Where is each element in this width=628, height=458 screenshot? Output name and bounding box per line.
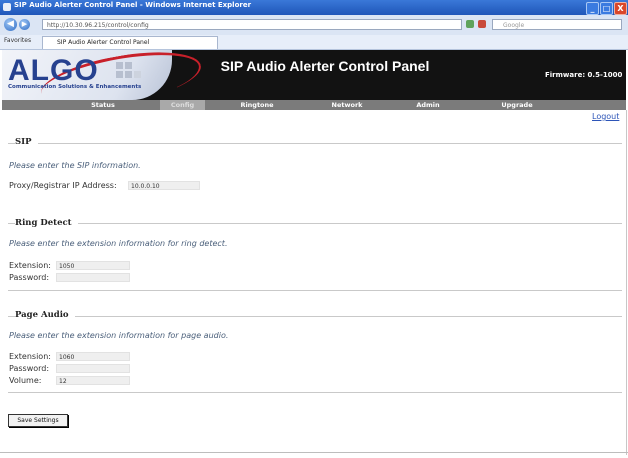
nav-config[interactable]: Config: [160, 100, 205, 110]
section-divider: [8, 392, 622, 393]
forward-button[interactable]: ▶: [19, 19, 30, 30]
browser-tab[interactable]: SIP Audio Alerter Control Panel: [42, 36, 218, 49]
minimize-button[interactable]: _: [586, 2, 599, 15]
audio-extension-field[interactable]: 1060: [56, 352, 130, 361]
logo-tagline: Communication Solutions & Enhancements: [8, 84, 142, 90]
ring-detect-prompt: Please enter the extension information f…: [9, 239, 228, 248]
section-divider: [8, 143, 622, 144]
page-title: SIP Audio Alerter Control Panel: [220, 58, 430, 74]
back-button[interactable]: ◀: [4, 18, 17, 31]
favorites-button[interactable]: Favorites: [4, 37, 31, 44]
volume-label: Volume:: [9, 376, 42, 385]
ie-icon: [3, 3, 11, 11]
nav-status[interactable]: Status: [78, 100, 128, 110]
ring-password-field[interactable]: [56, 273, 130, 282]
audio-extension-label: Extension:: [9, 352, 51, 361]
nav-admin[interactable]: Admin: [408, 100, 448, 110]
audio-password-field[interactable]: [56, 364, 130, 373]
window-titlebar: SIP Audio Alerter Control Panel - Window…: [0, 0, 628, 15]
audio-password-label: Password:: [9, 364, 50, 373]
ring-extension-field[interactable]: 1050: [56, 261, 130, 270]
nav-ringtone[interactable]: Ringtone: [232, 100, 282, 110]
ring-detect-section-title: Ring Detect: [15, 218, 78, 228]
page-audio-prompt: Please enter the extension information f…: [9, 331, 229, 340]
section-divider: [8, 223, 622, 224]
address-bar-row: ◀ ▶ http://10.30.96.215/control/config G…: [0, 15, 628, 36]
firmware-version: Firmware: 0.5-1000: [545, 71, 623, 79]
logo-square: [116, 62, 123, 69]
volume-field[interactable]: 12: [56, 376, 130, 385]
logo-square: [125, 71, 132, 78]
nav-network[interactable]: Network: [322, 100, 372, 110]
section-divider: [8, 290, 622, 291]
page-bottom-border: [0, 452, 628, 453]
proxy-ip-field[interactable]: 10.0.0.10: [128, 181, 200, 190]
stop-icon[interactable]: [478, 20, 486, 28]
save-settings-button[interactable]: Save Settings: [8, 414, 68, 427]
maximize-button[interactable]: □: [600, 2, 613, 15]
sip-section-title: SIP: [15, 137, 38, 147]
url-input[interactable]: http://10.30.96.215/control/config: [42, 19, 462, 30]
algo-logo: ALGO: [8, 54, 99, 87]
page-audio-section-title: Page Audio: [15, 310, 75, 320]
logo-square: [134, 71, 141, 78]
logo-square: [125, 62, 132, 69]
close-button[interactable]: X: [614, 2, 627, 15]
section-divider: [8, 316, 622, 317]
search-input[interactable]: Google: [492, 19, 622, 30]
ring-password-label: Password:: [9, 273, 50, 282]
nav-upgrade[interactable]: Upgrade: [492, 100, 542, 110]
logo-square: [116, 71, 123, 78]
sip-prompt: Please enter the SIP information.: [9, 161, 141, 170]
refresh-icon[interactable]: [466, 20, 474, 28]
ring-extension-label: Extension:: [9, 261, 51, 270]
window-title: SIP Audio Alerter Control Panel - Window…: [14, 1, 252, 9]
proxy-label: Proxy/Registrar IP Address:: [9, 181, 117, 190]
